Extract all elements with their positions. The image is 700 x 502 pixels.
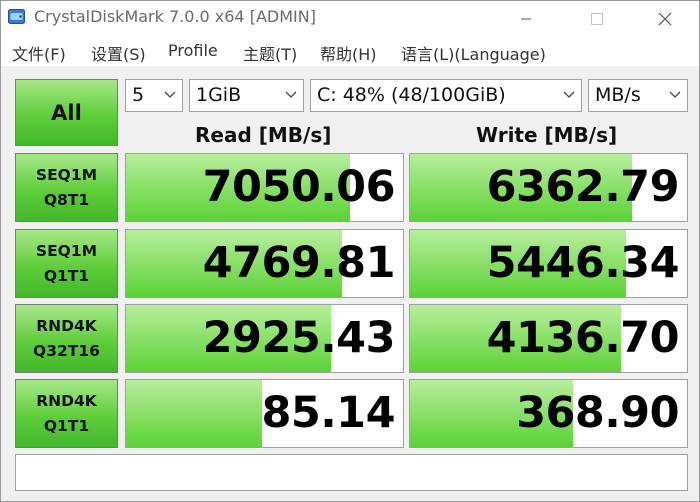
write-result: 6362.79 xyxy=(409,153,688,222)
menu-help[interactable]: 帮助(H) xyxy=(320,41,377,65)
test-size-select[interactable]: 1GiB xyxy=(189,79,304,112)
read-result: 7050.06 xyxy=(125,153,404,222)
chevron-down-icon xyxy=(164,91,176,98)
write-value: 6362.79 xyxy=(486,162,680,212)
drive-value: C: 48% (48/100GiB) xyxy=(317,84,506,106)
write-result: 5446.34 xyxy=(409,229,688,298)
test-name-line2: Q1T1 xyxy=(43,266,90,285)
menu-language[interactable]: 语言(L)(Language) xyxy=(401,41,546,65)
minimize-button[interactable] xyxy=(503,1,549,36)
test-name-line2: Q32T16 xyxy=(33,341,100,360)
test-count-select[interactable]: 5 xyxy=(125,79,183,112)
test-name-line1: RND4K xyxy=(36,391,97,410)
test-seq1m-q8t1-button[interactable]: SEQ1M Q8T1 xyxy=(15,153,118,222)
window-title: CrystalDiskMark 7.0.0 x64 [ADMIN] xyxy=(34,7,316,26)
drive-select[interactable]: C: 48% (48/100GiB) xyxy=(310,79,582,112)
app-icon xyxy=(8,9,25,24)
test-rnd4k-q1t1-button[interactable]: RND4K Q1T1 xyxy=(15,379,118,448)
write-result: 4136.70 xyxy=(409,304,688,373)
test-seq1m-q1t1-button[interactable]: SEQ1M Q1T1 xyxy=(15,229,118,298)
test-rnd4k-q32t16-button[interactable]: RND4K Q32T16 xyxy=(15,304,118,373)
menu-file[interactable]: 文件(F) xyxy=(12,41,66,65)
test-name-line2: Q8T1 xyxy=(43,190,90,209)
menu-settings[interactable]: 设置(S) xyxy=(91,41,146,65)
test-name-line2: Q1T1 xyxy=(43,416,90,435)
read-result: 2925.43 xyxy=(125,304,404,373)
close-icon xyxy=(658,12,672,25)
test-size-value: 1GiB xyxy=(196,84,242,106)
write-column-header: Write [MB/s] xyxy=(476,123,618,147)
app-window: CrystalDiskMark 7.0.0 x64 [ADMIN] 文件(F) … xyxy=(0,0,700,502)
test-count-value: 5 xyxy=(132,84,145,106)
unit-select[interactable]: MB/s xyxy=(588,79,688,112)
maximize-icon xyxy=(591,12,603,25)
test-name-line1: SEQ1M xyxy=(35,241,98,260)
comment-input[interactable] xyxy=(15,454,688,491)
chevron-down-icon xyxy=(669,91,681,98)
read-value: 4769.81 xyxy=(202,238,396,288)
chevron-down-icon xyxy=(285,91,297,98)
write-result: 368.90 xyxy=(409,379,688,448)
read-result: 4769.81 xyxy=(125,229,404,298)
title-bar[interactable]: CrystalDiskMark 7.0.0 x64 [ADMIN] xyxy=(1,1,699,36)
read-value: 85.14 xyxy=(261,388,395,438)
read-value: 2925.43 xyxy=(202,313,396,363)
run-all-button[interactable]: All xyxy=(15,79,118,146)
chevron-down-icon xyxy=(563,91,575,98)
write-value: 5446.34 xyxy=(486,238,680,288)
minimize-icon xyxy=(521,18,531,19)
write-value: 4136.70 xyxy=(486,313,680,363)
unit-value: MB/s xyxy=(595,84,641,106)
write-value: 368.90 xyxy=(516,388,679,438)
maximize-button[interactable] xyxy=(574,1,620,36)
menu-bar: 文件(F) 设置(S) Profile 主题(T) 帮助(H) 语言(L)(La… xyxy=(1,36,699,66)
menu-theme[interactable]: 主题(T) xyxy=(243,41,297,65)
menu-profile[interactable]: Profile xyxy=(168,41,218,60)
read-value: 7050.06 xyxy=(202,162,396,212)
close-button[interactable] xyxy=(642,1,688,36)
read-column-header: Read [MB/s] xyxy=(195,123,332,147)
read-result: 85.14 xyxy=(125,379,404,448)
test-name-line1: SEQ1M xyxy=(35,165,98,184)
read-bar xyxy=(126,380,262,447)
test-name-line1: RND4K xyxy=(36,316,97,335)
